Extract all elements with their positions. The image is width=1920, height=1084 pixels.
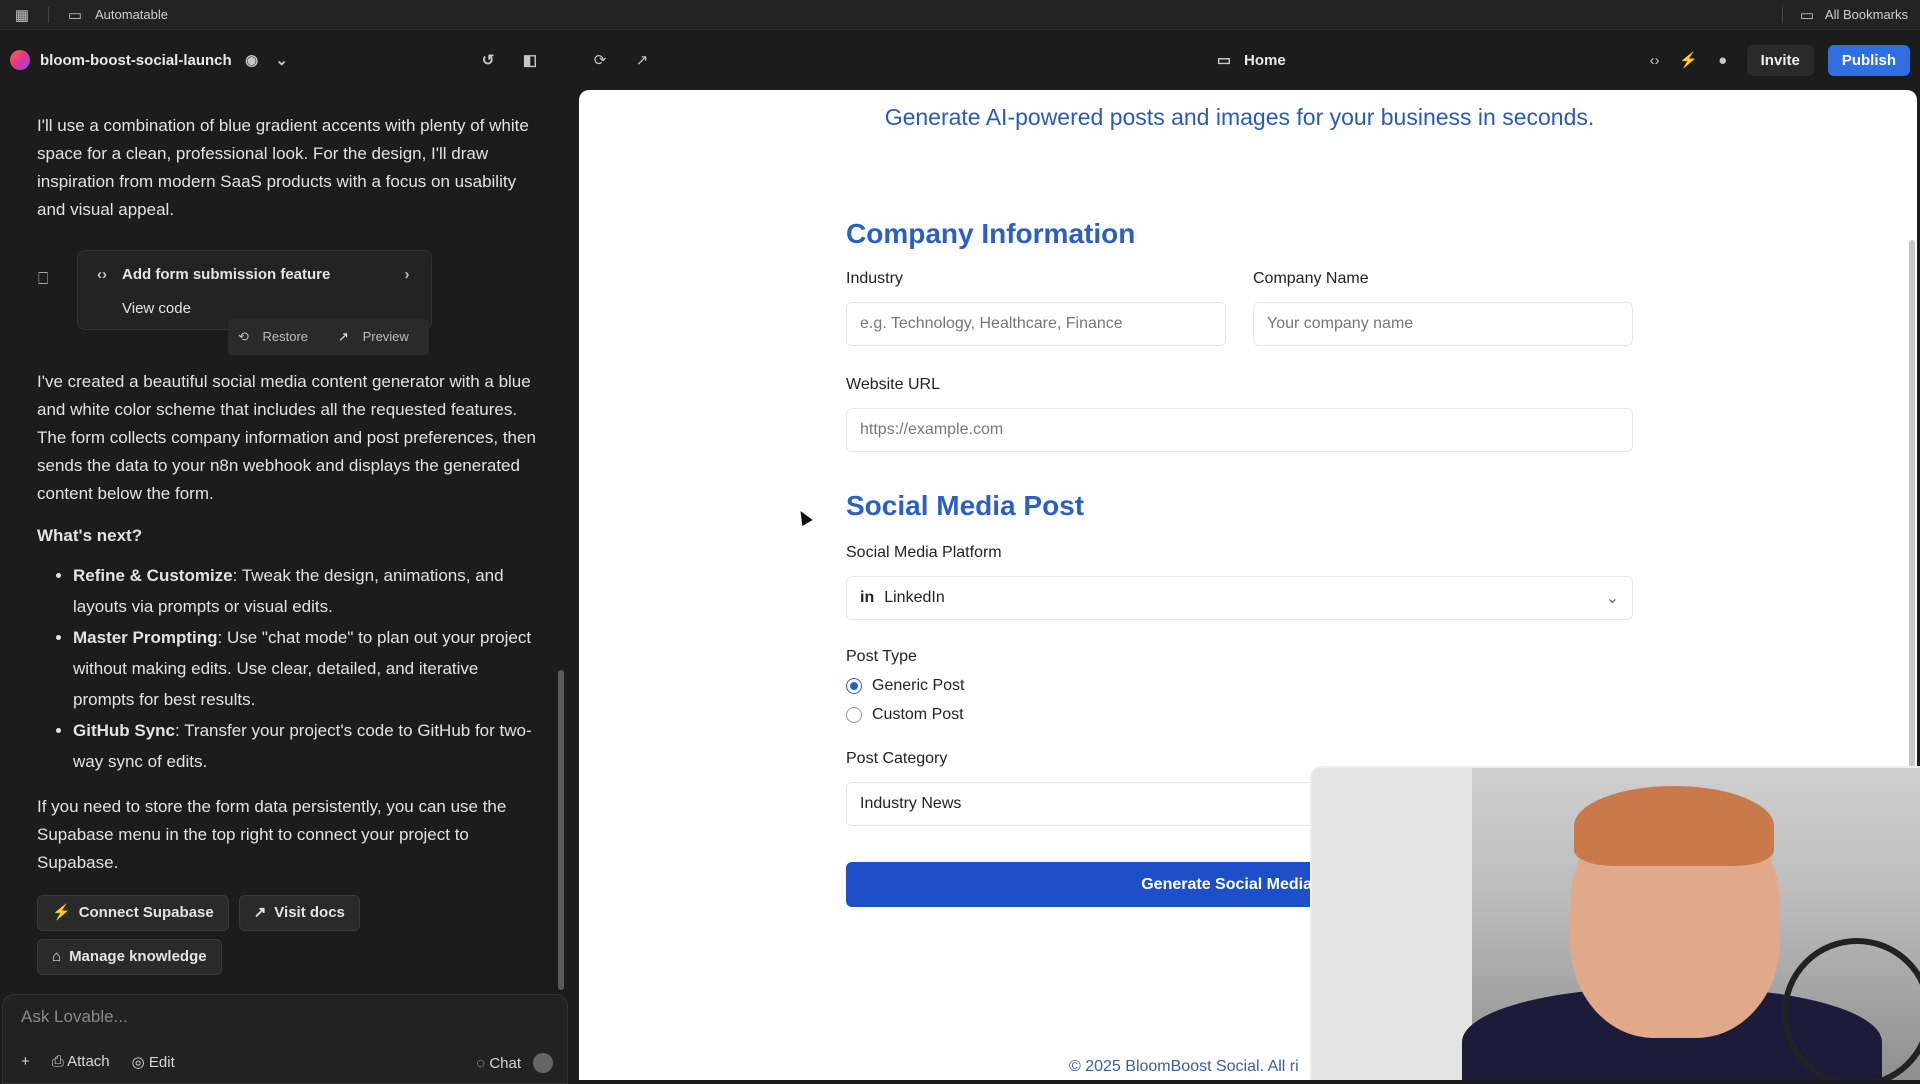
invite-button[interactable]: Invite bbox=[1746, 44, 1814, 76]
open-external-icon[interactable]: ↗ bbox=[632, 50, 652, 70]
footer-text: © 2025 BloomBoost Social. All ri bbox=[1069, 1058, 1299, 1075]
preview-button[interactable]: ↗ Preview bbox=[328, 319, 429, 355]
webcam-background bbox=[1312, 768, 1472, 1080]
message-intro: I'll use a combination of blue gradient … bbox=[37, 116, 529, 219]
divider bbox=[1781, 6, 1783, 23]
post-type-label: Post Type bbox=[846, 648, 917, 665]
list-item: Master Prompting: Use "chat mode" to pla… bbox=[73, 622, 540, 715]
chevron-down-icon[interactable]: ⌄ bbox=[272, 50, 292, 70]
chat-messages[interactable]: I'll use a combination of blue gradient … bbox=[0, 90, 560, 990]
hero-tagline: Generate AI-powered posts and images for… bbox=[884, 104, 1595, 130]
restore-button[interactable]: ⟲ Restore bbox=[228, 319, 328, 355]
list-item: Refine & Customize: Tweak the design, an… bbox=[73, 560, 540, 622]
edit-button[interactable]: ◎ Edit bbox=[132, 1053, 175, 1071]
plus-icon[interactable]: + bbox=[21, 1053, 30, 1071]
platform-label: Social Media Platform bbox=[846, 544, 1002, 561]
radio-empty-icon bbox=[846, 707, 862, 723]
ask-input[interactable]: Ask Lovable... bbox=[21, 1007, 128, 1027]
supabase-note: If you need to store the form data persi… bbox=[37, 797, 507, 872]
app-topbar: bloom-boost-social-launch ◉ ⌄ ↺ ◧ ⟳ ↗ ▭ … bbox=[0, 30, 1920, 90]
chevron-right-icon[interactable]: › bbox=[397, 265, 417, 285]
folder-icon: ▭ bbox=[1799, 6, 1815, 24]
open-external-icon: ↗ bbox=[253, 904, 267, 921]
history-icon[interactable]: ↺ bbox=[478, 50, 498, 70]
presenter-hair bbox=[1574, 786, 1774, 866]
connect-supabase-button[interactable]: ⚡ Connect Supabase bbox=[37, 895, 229, 931]
monitor-icon: ▭ bbox=[1216, 52, 1232, 69]
globe-icon[interactable]: ◉ bbox=[242, 50, 262, 70]
list-item: GitHub Sync: Transfer your project's cod… bbox=[73, 715, 540, 777]
project-header: bloom-boost-social-launch ◉ ⌄ ↺ ◧ bbox=[0, 50, 560, 70]
refresh-icon[interactable]: ⟳ bbox=[590, 50, 610, 70]
company-name-input[interactable]: Your company name bbox=[1253, 302, 1633, 346]
social-section-title: Social Media Post bbox=[846, 490, 1085, 521]
project-name[interactable]: bloom-boost-social-launch bbox=[40, 52, 232, 69]
apps-grid-icon[interactable]: ▦ bbox=[12, 5, 32, 25]
bookmark-icon[interactable]: ⎕ bbox=[38, 265, 48, 293]
github-icon[interactable]: ● bbox=[1713, 50, 1733, 70]
webcam-overlay bbox=[1310, 766, 1920, 1080]
website-label: Website URL bbox=[846, 376, 940, 393]
lovable-logo[interactable] bbox=[10, 50, 30, 70]
supabase-icon: ⚡ bbox=[52, 904, 71, 921]
radio-generic-post[interactable]: Generic Post bbox=[846, 677, 1633, 695]
graduation-cap-icon: ⌂ bbox=[52, 948, 62, 965]
chat-panel: I'll use a combination of blue gradient … bbox=[0, 90, 575, 1084]
chat-scrollbar[interactable] bbox=[558, 670, 564, 990]
divider bbox=[48, 6, 49, 23]
radio-custom-post[interactable]: Custom Post bbox=[846, 706, 1633, 724]
industry-label: Industry bbox=[846, 270, 903, 287]
visit-docs-button[interactable]: ↗ Visit docs bbox=[238, 895, 360, 931]
publish-button[interactable]: Publish bbox=[1827, 44, 1910, 76]
next-steps-list: Refine & Customize: Tweak the design, an… bbox=[73, 560, 540, 777]
code-icon[interactable]: ‹› bbox=[1645, 50, 1665, 70]
code-icon: ‹› bbox=[97, 266, 107, 283]
attach-button[interactable]: ⎙ Attach bbox=[52, 1053, 110, 1071]
message-summary: I've created a beautiful social media co… bbox=[37, 372, 536, 503]
page-selector[interactable]: ▭ Home bbox=[1214, 50, 1286, 70]
version-title: Add form submission feature bbox=[122, 266, 331, 283]
platform-select[interactable]: in LinkedIn ⌄ bbox=[846, 576, 1633, 620]
chat-mode-button[interactable]: ◌ Chat bbox=[476, 1055, 521, 1072]
supabase-icon[interactable]: ⚡ bbox=[1679, 50, 1699, 70]
company-name-label: Company Name bbox=[1253, 270, 1369, 287]
company-section-title: Company Information bbox=[846, 218, 1136, 249]
microphone-arm bbox=[1782, 938, 1920, 1080]
chat-composer[interactable]: Ask Lovable... + ⎙ Attach ◎ Edit ◌ Chat bbox=[2, 994, 568, 1084]
preview-scrollbar[interactable] bbox=[1909, 240, 1915, 840]
version-card[interactable]: ⎕ ‹› Add form submission feature › View co… bbox=[38, 250, 432, 355]
industry-input[interactable]: e.g. Technology, Healthcare, Finance bbox=[846, 302, 1226, 346]
bookmarks-bar: ▦ ▭ Automatable ▭ All Bookmarks bbox=[0, 0, 1920, 30]
linkedin-icon: in bbox=[860, 589, 875, 606]
folder-icon: ▭ bbox=[67, 6, 83, 24]
sidebar-toggle-icon[interactable]: ◧ bbox=[520, 50, 540, 70]
bookmark-folder-automatable[interactable]: Automatable bbox=[95, 7, 168, 22]
radio-selected-icon bbox=[846, 678, 862, 694]
send-button[interactable] bbox=[533, 1053, 553, 1073]
platform-value: LinkedIn bbox=[884, 589, 945, 606]
manage-knowledge-button[interactable]: ⌂ Manage knowledge bbox=[37, 939, 222, 975]
chevron-down-icon: ⌄ bbox=[1605, 590, 1619, 607]
website-input[interactable]: https://example.com bbox=[846, 408, 1633, 452]
whats-next-heading: What's next? bbox=[37, 526, 143, 545]
all-bookmarks-link[interactable]: All Bookmarks bbox=[1825, 7, 1908, 22]
page-name: Home bbox=[1244, 51, 1286, 69]
